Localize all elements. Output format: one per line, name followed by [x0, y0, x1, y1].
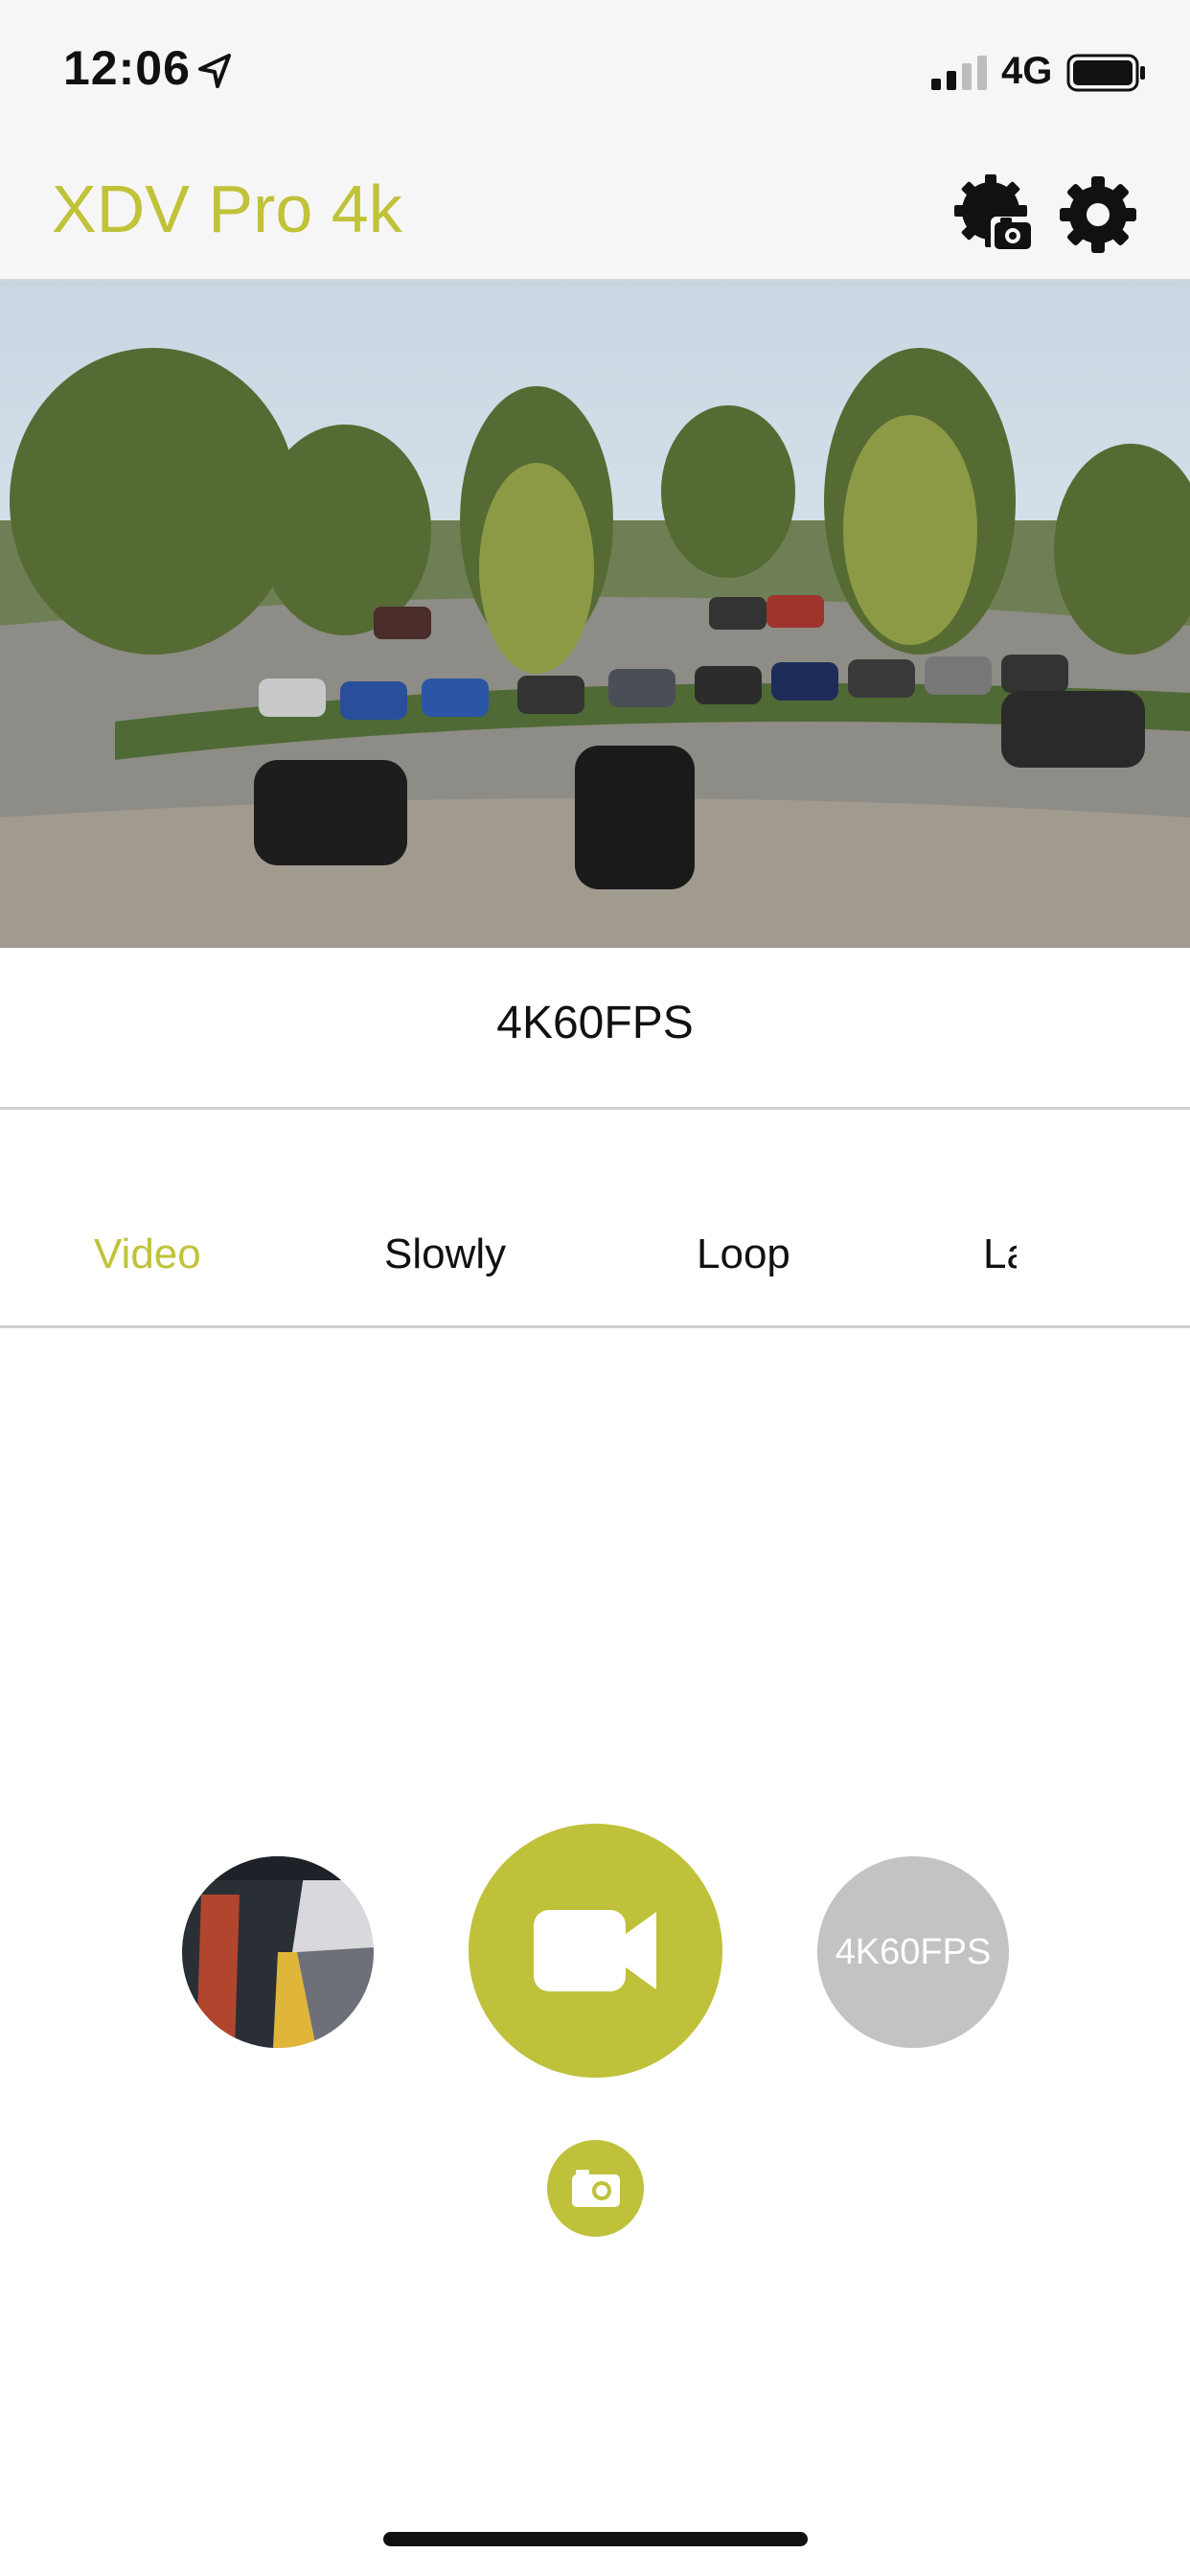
gear-icon [1060, 176, 1136, 253]
resolution-label: 4K60FPS [496, 998, 694, 1048]
record-button[interactable] [469, 1824, 722, 2078]
preview-image [0, 281, 1190, 948]
status-time: 12:06 [63, 41, 191, 95]
mode-tabs: Video Slowly Loop La [0, 1110, 1190, 1328]
home-indicator [383, 2532, 808, 2546]
resolution-button-label: 4K60FPS [835, 1932, 992, 1972]
photo-button[interactable] [547, 2140, 644, 2237]
tab-slowly[interactable]: Slowly [384, 1230, 506, 1278]
tab-loop[interactable]: Loop [697, 1230, 790, 1278]
camera-gear-icon [954, 174, 1033, 251]
location-arrow-icon [198, 54, 231, 88]
camera-settings-button[interactable] [952, 172, 1035, 255]
camera-preview[interactable] [0, 281, 1190, 948]
resolution-button[interactable]: 4K60FPS [817, 1856, 1009, 2048]
resolution-display: 4K60FPS [0, 949, 1190, 1110]
photo-camera-icon [572, 2170, 620, 2207]
cellular-signal-icon [931, 56, 987, 90]
app-header: XDV Pro 4k [0, 144, 1190, 281]
gallery-thumbnail-button[interactable] [182, 1856, 374, 2048]
tab-lapse[interactable]: La [983, 1230, 1017, 1278]
status-bar: 12:06 4G [0, 0, 1190, 144]
gallery-thumbnail-image [182, 1856, 374, 2048]
app-title: XDV Pro 4k [52, 172, 402, 246]
settings-button[interactable] [1058, 174, 1138, 255]
network-type: 4G [1001, 50, 1053, 92]
video-camera-icon [534, 1910, 656, 1991]
tab-video[interactable]: Video [94, 1230, 201, 1278]
battery-icon [1066, 54, 1145, 92]
